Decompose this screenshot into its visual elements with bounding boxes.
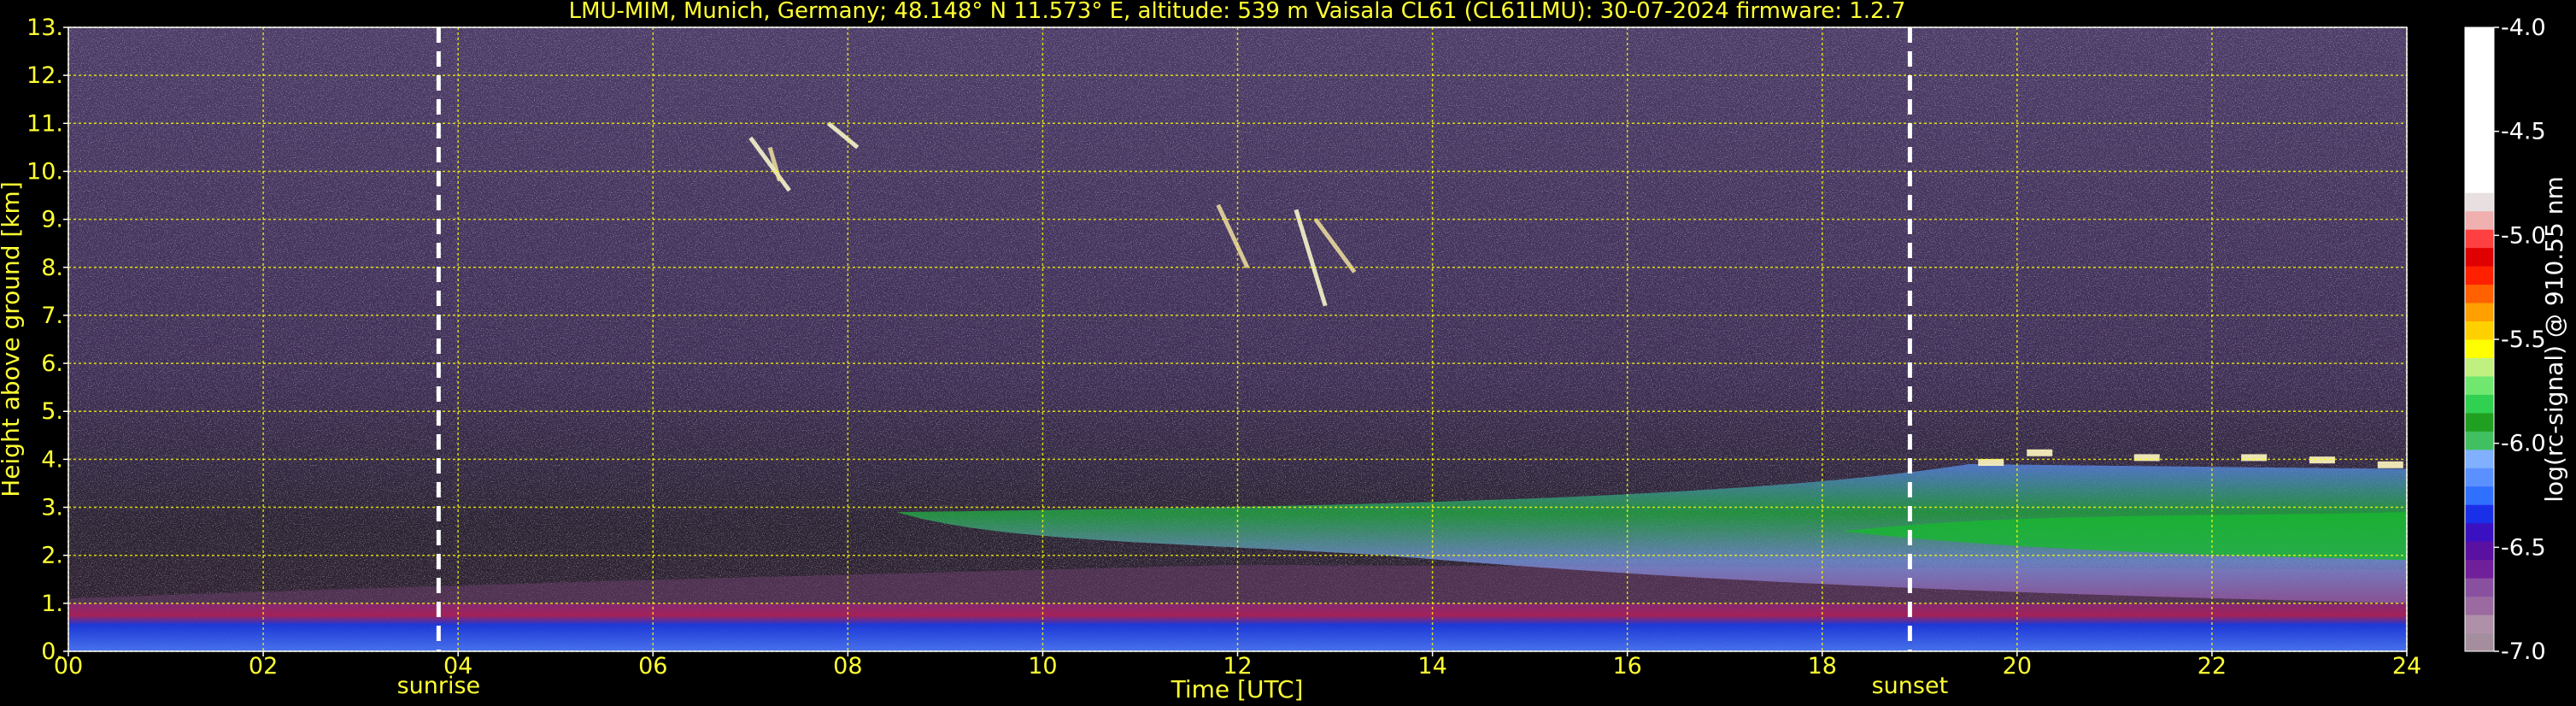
- y-axis-label: Height above ground [km]: [0, 181, 25, 497]
- cloud-top: [2309, 456, 2335, 464]
- x-tick-label: 10: [1028, 653, 1057, 680]
- colorbar-segment: [2465, 247, 2494, 267]
- y-tick-label: 5.: [41, 398, 63, 425]
- colorbar-segment: [2465, 229, 2494, 249]
- colorbar-segment: [2465, 210, 2494, 230]
- plot-title: LMU-MIM, Munich, Germany; 48.148° N 11.5…: [569, 0, 1906, 24]
- x-tick-label: 14: [1417, 653, 1446, 680]
- colorbar-segment: [2465, 192, 2494, 212]
- y-tick-label: 12.: [26, 62, 63, 89]
- colorbar-tick-label: -6.0: [2501, 431, 2546, 457]
- cloud-top: [2241, 454, 2268, 462]
- x-tick-label: 18: [1808, 653, 1837, 680]
- colorbar-segment: [2465, 615, 2494, 634]
- x-axis-label: Time [UTC]: [1171, 675, 1304, 703]
- colorbar-segment: [2465, 485, 2494, 505]
- cloud-top: [1978, 459, 2004, 466]
- cloud-top: [2133, 454, 2160, 462]
- y-tick-label: 11.: [26, 110, 63, 137]
- colorbar-segment: [2465, 449, 2494, 468]
- colorbar-segment: [2465, 266, 2494, 285]
- colorbar-segment: [2465, 321, 2494, 340]
- y-axis: 0. 1. 2. 3. 4. 5. 6. 7. 8. 9. 10. 11. 12. 13.: [26, 15, 68, 665]
- colorbar-segment: [2465, 27, 2494, 193]
- y-tick-label: 1.: [41, 591, 63, 617]
- colorbar-segment: [2465, 596, 2494, 615]
- colorbar-segment: [2465, 578, 2494, 597]
- x-tick-label: 08: [833, 653, 862, 680]
- y-tick-label: 8.: [41, 255, 63, 281]
- colorbar-segment: [2465, 357, 2494, 377]
- x-tick-label: 02: [249, 653, 278, 680]
- colorbar-segment: [2465, 504, 2494, 524]
- colorbar-segment: [2465, 541, 2494, 561]
- colorbar-label: log(rc-signal) @ 910.55 nm: [2540, 176, 2568, 502]
- cloud-top: [2027, 449, 2053, 456]
- colorbar-segment: [2465, 394, 2494, 414]
- colorbar-tick-label: -6.5: [2501, 534, 2546, 561]
- x-tick-label: 04: [443, 653, 472, 680]
- title: LMU-MIM, Munich, Germany; 48.148° N 11.5…: [569, 0, 1906, 24]
- colorbar-segment: [2465, 632, 2494, 652]
- y-tick-label: 4.: [41, 446, 63, 473]
- colorbar-tick-label: -4.5: [2501, 119, 2546, 145]
- y-tick-label: 0.: [41, 638, 63, 665]
- x-tick-label: 20: [2003, 653, 2032, 680]
- colorbar-segment: [2465, 284, 2494, 303]
- y-tick-label: 10.: [26, 158, 63, 185]
- y-tick-label: 7.: [41, 303, 63, 329]
- colorbar: -7.0 -6.5 -6.0 -5.5 -5.0 -4.5 -4.0: [2464, 15, 2546, 665]
- ceilometer-figure: LMU-MIM, Munich, Germany; 48.148° N 11.5…: [0, 0, 2568, 703]
- x-tick-label: 24: [2392, 653, 2421, 680]
- cloud-top: [2377, 461, 2403, 468]
- y-tick-label: 13.: [26, 15, 63, 41]
- colorbar-segment: [2465, 375, 2494, 395]
- y-tick-label: 3.: [41, 495, 63, 521]
- x-tick-label: 22: [2198, 653, 2227, 680]
- x-tick-label: 16: [1612, 653, 1641, 680]
- sunset-label: sunset: [1872, 673, 1949, 699]
- colorbar-tick-label: -5.0: [2501, 222, 2546, 249]
- y-tick-label: 2.: [41, 543, 63, 569]
- colorbar-segment: [2465, 339, 2494, 358]
- colorbar-tick-label: -5.5: [2501, 327, 2546, 353]
- y-tick-label: 9.: [41, 207, 63, 233]
- colorbar-segment: [2465, 468, 2494, 487]
- colorbar-segment: [2465, 303, 2494, 322]
- y-tick-label: 6.: [41, 350, 63, 377]
- x-tick-label: 06: [638, 653, 667, 680]
- colorbar-segment: [2465, 431, 2494, 450]
- colorbar-tick-label: -4.0: [2501, 15, 2546, 41]
- colorbar-segment: [2465, 522, 2494, 542]
- colorbar-tick-label: -7.0: [2501, 638, 2546, 665]
- colorbar-segment: [2465, 559, 2494, 579]
- colorbar-segment: [2465, 412, 2494, 432]
